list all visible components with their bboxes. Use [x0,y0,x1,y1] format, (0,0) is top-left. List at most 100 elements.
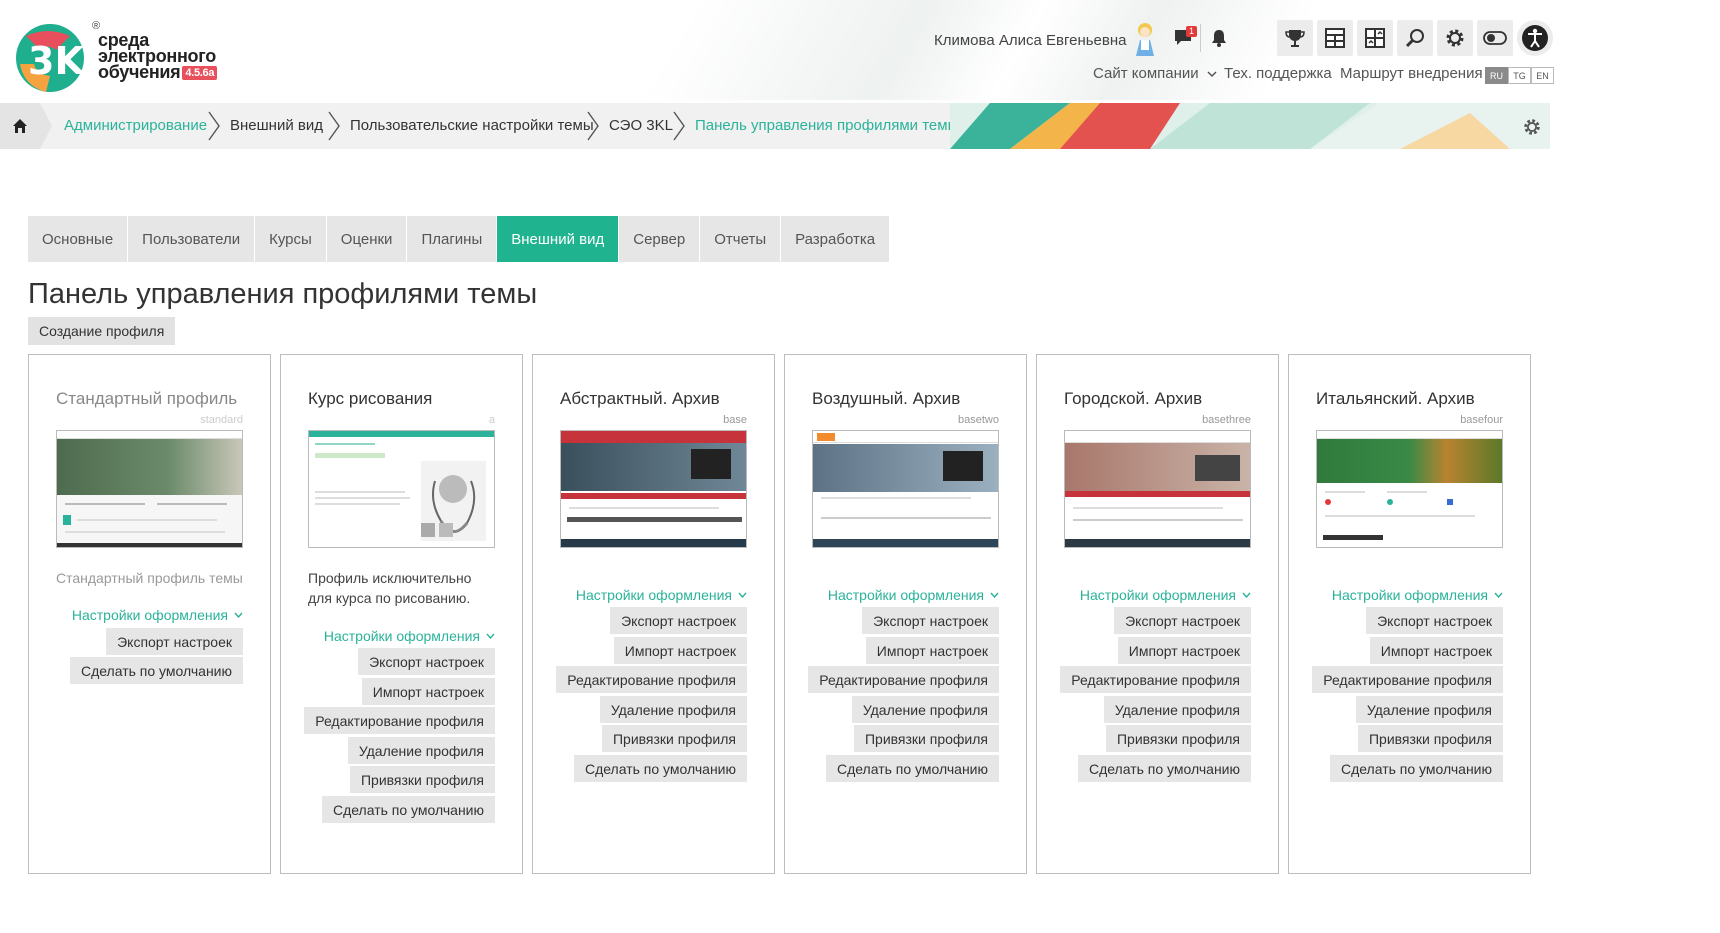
profile-bindings-button[interactable]: Привязки профиля [1357,725,1503,752]
set-default-button[interactable]: Сделать по умолчанию [573,755,747,782]
logo[interactable]: 3K ® среда электронного обучения 4.5.6a [12,18,232,98]
header-divider [1200,24,1201,52]
profile-thumbnail [1064,430,1251,548]
support-link[interactable]: Тех. поддержка [1224,65,1332,82]
set-default-button[interactable]: Сделать по умолчанию [69,657,243,684]
delete-profile-button[interactable]: Удаление профиля [599,696,747,723]
profile-description: Стандартный профиль темы [56,570,243,586]
tab-server[interactable]: Сервер [619,216,701,262]
edit-profile-button[interactable]: Редактирование профиля [304,707,495,734]
route-link[interactable]: Маршрут внедрения [1340,65,1483,82]
chevron-down-icon [1242,592,1251,598]
toggle-icon[interactable] [1477,20,1513,56]
tab-plugins[interactable]: Плагины [407,216,498,262]
edit-profile-button[interactable]: Редактирование профиля [1312,666,1503,693]
import-settings-button[interactable]: Импорт настроек [1369,637,1503,664]
lang-en[interactable]: EN [1531,67,1554,84]
set-default-button[interactable]: Сделать по умолчанию [825,755,999,782]
gear-icon[interactable] [1437,20,1473,56]
breadcrumb-item-theme-settings[interactable]: Пользовательские настройки темы [350,117,594,134]
design-settings-toggle[interactable]: Настройки оформления [576,587,747,603]
breadcrumb-item-admin[interactable]: Администрирование [64,117,207,134]
set-default-button[interactable]: Сделать по умолчанию [321,796,495,823]
profile-card-city: Городской. Архив basethree Настройки офо… [1036,354,1279,874]
edit-profile-button[interactable]: Редактирование профиля [556,666,747,693]
chevron-down-icon [990,592,999,598]
profile-card-standard: Стандартный профиль standard Стандартный… [28,354,271,874]
export-settings-button[interactable]: Экспорт настроек [1366,607,1503,634]
tab-general[interactable]: Основные [28,216,129,262]
profile-code: basefour [1460,414,1503,426]
company-site-link[interactable]: Сайт компании [1093,65,1217,82]
breadcrumb-item-current: Панель управления профилями темы [695,117,959,134]
chevron-down-icon [1207,71,1217,78]
tab-reports[interactable]: Отчеты [700,216,782,262]
design-settings-toggle[interactable]: Настройки оформления [324,628,495,644]
design-settings-toggle[interactable]: Настройки оформления [1080,587,1251,603]
lang-ru[interactable]: RU [1485,67,1508,84]
search-icon[interactable] [1397,20,1433,56]
delete-profile-button[interactable]: Удаление профиля [347,737,495,764]
breadcrumb-item-3kl[interactable]: СЭО 3KL [609,117,673,134]
trophy-icon[interactable] [1277,20,1313,56]
design-settings-toggle[interactable]: Настройки оформления [72,607,243,623]
set-default-button[interactable]: Сделать по умолчанию [1329,755,1503,782]
profile-thumbnail [56,430,243,548]
profile-title: Курс рисования [308,389,433,408]
user-name[interactable]: Климова Алиса Евгеньевна [934,32,1126,49]
profile-bindings-button[interactable]: Привязки профиля [601,725,747,752]
import-settings-button[interactable]: Импорт настроек [361,678,495,705]
breadcrumb-item-appearance[interactable]: Внешний вид [230,117,323,134]
tab-users[interactable]: Пользователи [128,216,256,262]
edit-profile-button[interactable]: Редактирование профиля [808,666,999,693]
import-settings-button[interactable]: Импорт настроек [865,637,999,664]
edit-profile-button[interactable]: Редактирование профиля [1060,666,1251,693]
home-icon[interactable] [0,103,52,149]
profile-bindings-button[interactable]: Привязки профиля [1105,725,1251,752]
blocks-icon[interactable] [1357,20,1393,56]
accessibility-icon[interactable] [1517,20,1553,56]
chevron-down-icon [1494,592,1503,598]
import-settings-button[interactable]: Импорт настроек [613,637,747,664]
avatar[interactable] [1130,20,1160,58]
profile-title: Абстрактный. Архив [560,389,720,408]
breadcrumb-gear-icon[interactable] [1518,113,1546,141]
chevron-down-icon [738,592,747,598]
chevron-down-icon [234,612,243,618]
bell-icon[interactable] [1205,24,1233,52]
delete-profile-button[interactable]: Удаление профиля [1103,696,1251,723]
tab-courses[interactable]: Курсы [255,216,327,262]
design-settings-toggle[interactable]: Настройки оформления [828,587,999,603]
design-settings-toggle[interactable]: Настройки оформления [1332,587,1503,603]
create-profile-button[interactable]: Создание профиля [28,317,176,345]
profile-title: Воздушный. Архив [812,389,961,408]
export-settings-button[interactable]: Экспорт настроек [106,628,243,655]
set-default-button[interactable]: Сделать по умолчанию [1077,755,1251,782]
profile-code: basethree [1202,414,1251,426]
export-settings-button[interactable]: Экспорт настроек [610,607,747,634]
breadcrumb-separator-icon [673,111,685,141]
import-settings-button[interactable]: Импорт настроек [1117,637,1251,664]
profile-code: a [488,414,495,426]
export-settings-button[interactable]: Экспорт настроек [1114,607,1251,634]
export-settings-button[interactable]: Экспорт настроек [862,607,999,634]
profile-title: Стандартный профиль [56,389,238,408]
tab-appearance[interactable]: Внешний вид [497,216,620,262]
delete-profile-button[interactable]: Удаление профиля [851,696,999,723]
lang-tg[interactable]: TG [1508,67,1531,84]
header: 3K ® среда электронного обучения 4.5.6a К… [0,0,1720,103]
breadcrumb-separator-icon [328,111,340,141]
profile-code: basetwo [958,414,999,426]
profile-bindings-button[interactable]: Привязки профиля [349,766,495,793]
profile-bindings-button[interactable]: Привязки профиля [853,725,999,752]
tab-development[interactable]: Разработка [781,216,891,262]
tab-grades[interactable]: Оценки [326,216,408,262]
delete-profile-button[interactable]: Удаление профиля [1355,696,1503,723]
version-badge: 4.5.6a [182,66,218,81]
svg-text:3K: 3K [28,39,85,83]
profile-description: Профиль исключительно для курса по рисов… [308,570,472,606]
export-settings-button[interactable]: Экспорт настроек [358,648,495,675]
messages-badge: 1 [1186,26,1198,37]
dashboard-icon[interactable] [1317,20,1353,56]
breadcrumb: Администрирование Внешний вид Пользовате… [0,103,958,149]
